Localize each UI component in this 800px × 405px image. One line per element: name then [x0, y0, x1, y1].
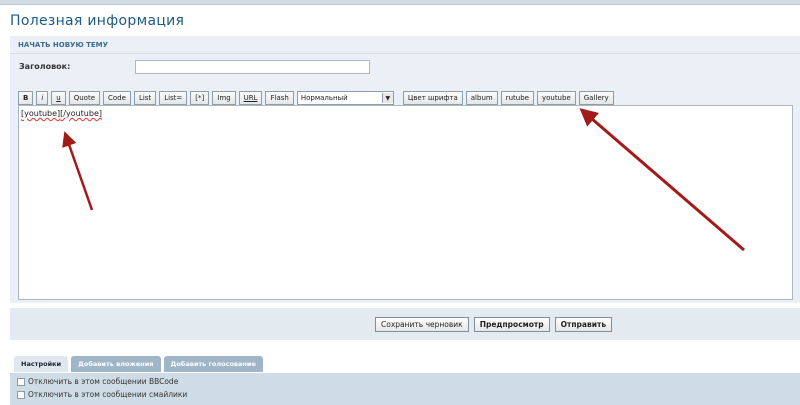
tab-poll[interactable]: Добавить голосование [163, 356, 263, 372]
youtube-button[interactable]: youtube [536, 91, 576, 105]
editor-content: [youtube][/youtube] [21, 109, 102, 118]
options-tabs: Настройки Добавить вложения Добавить гол… [14, 356, 263, 372]
code-button[interactable]: Code [103, 91, 131, 105]
list-button[interactable]: List [133, 91, 157, 105]
youtube-open-tag: [youtube] [21, 109, 61, 118]
message-editor[interactable]: [youtube][/youtube] [18, 105, 793, 300]
image-button[interactable]: Img [212, 91, 236, 105]
top-bar [0, 0, 800, 5]
option-disable-bbcode[interactable]: Отключить в этом сообщении BBCode [17, 377, 178, 386]
option-label: Отключить в этом сообщении смайлики [28, 390, 188, 399]
option-disable-smilies[interactable]: Отключить в этом сообщении смайлики [17, 390, 187, 399]
gallery-button[interactable]: Gallery [578, 91, 614, 105]
quote-button[interactable]: Quote [68, 91, 101, 105]
tab-settings[interactable]: Настройки [14, 356, 69, 372]
page-title: Полезная информация [10, 13, 185, 29]
italic-button[interactable]: i [36, 91, 49, 105]
preview-button[interactable]: Предпросмотр [473, 317, 550, 332]
rutube-button[interactable]: rutube [500, 91, 534, 105]
youtube-close-tag: [/youtube] [60, 109, 102, 118]
divider [10, 53, 800, 54]
font-size-select[interactable]: Нормальный ▼ [296, 91, 394, 105]
option-label: Отключить в этом сообщении BBCode [28, 377, 179, 386]
font-color-button[interactable]: Цвет шрифта [402, 91, 463, 105]
font-size-value: Нормальный [300, 94, 348, 102]
send-button[interactable]: Отправить [554, 317, 613, 332]
bold-button[interactable]: B [18, 91, 34, 105]
checkbox[interactable] [17, 377, 25, 386]
chevron-down-icon[interactable]: ▼ [381, 93, 393, 103]
ordered-list-button[interactable]: List= [159, 91, 188, 105]
flash-button[interactable]: Flash [265, 91, 294, 105]
bbcode-toolbar: B i u Quote Code List List= [*] Img URL … [18, 91, 614, 105]
checkbox[interactable] [17, 390, 25, 399]
save-draft-button[interactable]: Сохранить черновик [375, 317, 469, 332]
underline-button[interactable]: u [51, 91, 66, 105]
url-button[interactable]: URL [238, 91, 263, 105]
submit-panel: Сохранить черновик Предпросмотр Отправит… [10, 308, 800, 340]
subject-label: Заголовок: [19, 62, 71, 71]
subject-input[interactable] [135, 60, 370, 74]
tab-attachments[interactable]: Добавить вложения [71, 356, 161, 372]
list-item-button[interactable]: [*] [190, 91, 210, 105]
options-panel: Отключить в этом сообщении BBCode Отключ… [10, 373, 800, 405]
section-title: НАЧАТЬ НОВУЮ ТЕМУ [18, 41, 109, 49]
new-topic-panel: НАЧАТЬ НОВУЮ ТЕМУ Заголовок: B i u Quote… [10, 36, 800, 303]
album-button[interactable]: album [465, 91, 498, 105]
